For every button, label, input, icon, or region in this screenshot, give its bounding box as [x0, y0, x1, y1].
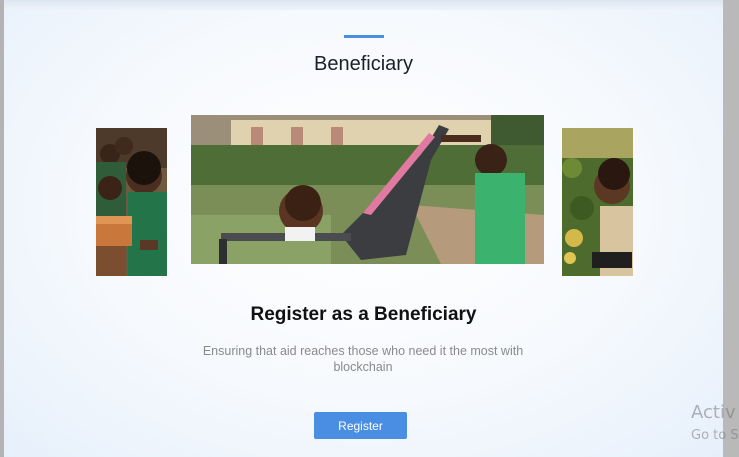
window-right-edge — [723, 0, 739, 457]
section-title: Beneficiary — [314, 53, 413, 75]
headline: Register as a Beneficiary — [250, 304, 477, 325]
description: Ensuring that aid reaches those who need… — [202, 344, 524, 374]
window-left-edge — [0, 0, 4, 457]
register-button[interactable]: Register — [314, 412, 407, 439]
beneficiary-section: Beneficiary Register as a Beneficiary En… — [4, 0, 723, 457]
header-strip — [4, 0, 723, 10]
child-pushing-stroller-image — [191, 115, 544, 264]
carousel-image-right[interactable] — [562, 128, 633, 276]
windows-activation-watermark-title: Activ — [691, 402, 736, 423]
children-with-box-image — [96, 128, 167, 276]
windows-activation-watermark-subtitle: Go to S — [691, 428, 739, 443]
carousel-image-center[interactable] — [191, 115, 544, 264]
carousel-image-left[interactable] — [96, 128, 167, 276]
boy-in-garden-image — [562, 128, 633, 276]
title-accent-bar — [344, 35, 384, 38]
